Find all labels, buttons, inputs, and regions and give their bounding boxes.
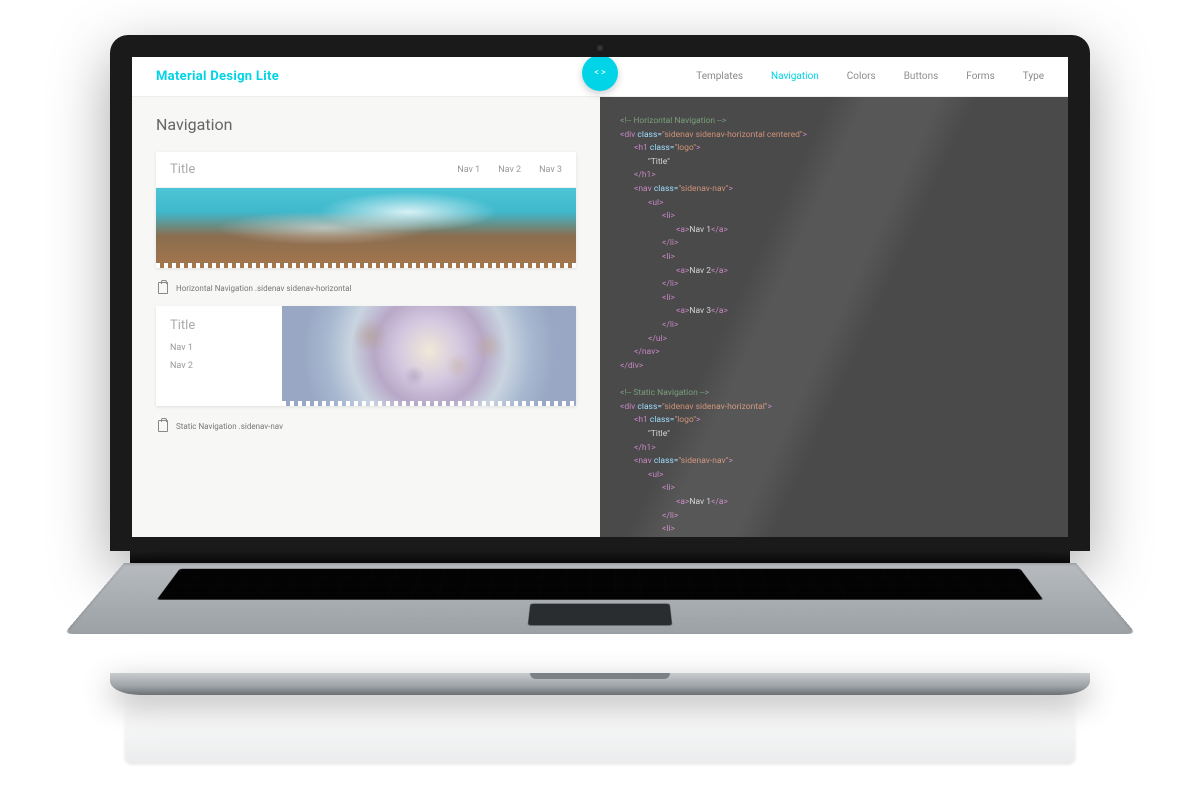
- content-split: < > Navigation Title Nav 1 Nav 2 Nav 3: [132, 97, 1068, 537]
- ocean-image: [156, 188, 576, 268]
- code-line: "Title": [620, 156, 1048, 170]
- code-line: </ul>: [620, 333, 1048, 347]
- code-line: </nav>: [620, 346, 1048, 360]
- horizontal-nav-card: Title Nav 1 Nav 2 Nav 3: [156, 152, 576, 268]
- vnav-item[interactable]: Nav 1: [170, 343, 268, 353]
- code-line: <div class="sidenav sidenav-horizontal">: [620, 401, 1048, 415]
- code-line: <h1 class="logo">: [620, 142, 1048, 156]
- code-line: <li>: [620, 251, 1048, 265]
- code-line: </div>: [620, 360, 1048, 374]
- caption-row: Horizontal Navigation .sidenav sidenav-h…: [156, 276, 576, 306]
- page-title: Navigation: [156, 115, 576, 134]
- code-line: "Title": [620, 428, 1048, 442]
- code-line: <a>Nav 1</a>: [620, 496, 1048, 510]
- nav-templates[interactable]: Templates: [696, 71, 743, 82]
- horizontal-caption: Horizontal Navigation .sidenav sidenav-h…: [176, 284, 351, 293]
- hnav-item[interactable]: Nav 1: [457, 165, 480, 175]
- code-line: <nav class="sidenav-nav">: [620, 455, 1048, 469]
- code-line: <li>: [620, 482, 1048, 496]
- horizontal-nav-header: Title Nav 1 Nav 2 Nav 3: [156, 152, 576, 188]
- code-line: </li>: [620, 237, 1048, 251]
- site-logo[interactable]: Material Design Lite: [156, 69, 279, 84]
- code-line: <a>Nav 3</a>: [620, 305, 1048, 319]
- nav-colors[interactable]: Colors: [847, 71, 876, 82]
- laptop-mockup: Material Design Lite Templates Navigatio…: [110, 35, 1090, 765]
- nav-forms[interactable]: Forms: [966, 71, 994, 82]
- camera-dot: [597, 45, 603, 51]
- nav-buttons[interactable]: Buttons: [904, 71, 939, 82]
- code-line: </h1>: [620, 442, 1048, 456]
- primary-nav: Templates Navigation Colors Buttons Form…: [696, 71, 1044, 82]
- trackpad: [528, 604, 673, 626]
- static-nav-card: Title Nav 1 Nav 2: [156, 306, 576, 406]
- code-line: </li>: [620, 510, 1048, 524]
- code-line: <nav class="sidenav-nav">: [620, 183, 1048, 197]
- code-line: </li>: [620, 319, 1048, 333]
- code-pane: <!-- Horizontal Navigation --> <div clas…: [600, 97, 1068, 537]
- pebbles-image: [282, 306, 576, 406]
- keyboard-deck: [64, 563, 1137, 634]
- horizontal-nav-items: Nav 1 Nav 2 Nav 3: [457, 165, 562, 175]
- code-line: <ul>: [620, 469, 1048, 483]
- screen: Material Design Lite Templates Navigatio…: [132, 57, 1068, 537]
- static-caption: Static Navigation .sidenav-nav: [176, 422, 283, 431]
- static-nav-title: Title: [170, 318, 268, 333]
- clipboard-icon[interactable]: [158, 420, 168, 432]
- code-line: <a>Nav 2</a>: [620, 265, 1048, 279]
- hnav-item[interactable]: Nav 3: [539, 165, 562, 175]
- preview-pane: Navigation Title Nav 1 Nav 2 Nav 3: [132, 97, 600, 537]
- code-line: <li>: [620, 523, 1048, 537]
- vnav-item[interactable]: Nav 2: [170, 361, 268, 371]
- reflection: [124, 695, 1076, 765]
- code-line: <div class="sidenav sidenav-horizontal c…: [620, 129, 1048, 143]
- caption-row: Static Navigation .sidenav-nav: [156, 414, 576, 444]
- code-block-horizontal: <!-- Horizontal Navigation --> <div clas…: [620, 115, 1048, 373]
- code-line: </h1>: [620, 169, 1048, 183]
- static-nav-sidebar: Title Nav 1 Nav 2: [156, 306, 282, 406]
- code-line: <ul>: [620, 197, 1048, 211]
- nav-type[interactable]: Type: [1023, 71, 1044, 82]
- nav-navigation[interactable]: Navigation: [771, 71, 819, 82]
- hnav-item[interactable]: Nav 2: [498, 165, 521, 175]
- laptop-hinge: [130, 551, 1070, 563]
- code-line: <li>: [620, 292, 1048, 306]
- keyboard: [157, 569, 1043, 600]
- code-comment: <!-- Static Navigation -->: [620, 387, 1048, 401]
- clipboard-icon[interactable]: [158, 282, 168, 294]
- code-block-static: <!-- Static Navigation --> <div class="s…: [620, 387, 1048, 537]
- code-line: <a>Nav 1</a>: [620, 224, 1048, 238]
- code-line: <li>: [620, 210, 1048, 224]
- code-line: </li>: [620, 278, 1048, 292]
- laptop-base: [110, 673, 1090, 695]
- horizontal-nav-title: Title: [170, 162, 195, 177]
- code-line: <h1 class="logo">: [620, 414, 1048, 428]
- screen-bezel: Material Design Lite Templates Navigatio…: [110, 35, 1090, 551]
- code-comment: <!-- Horizontal Navigation -->: [620, 115, 1048, 129]
